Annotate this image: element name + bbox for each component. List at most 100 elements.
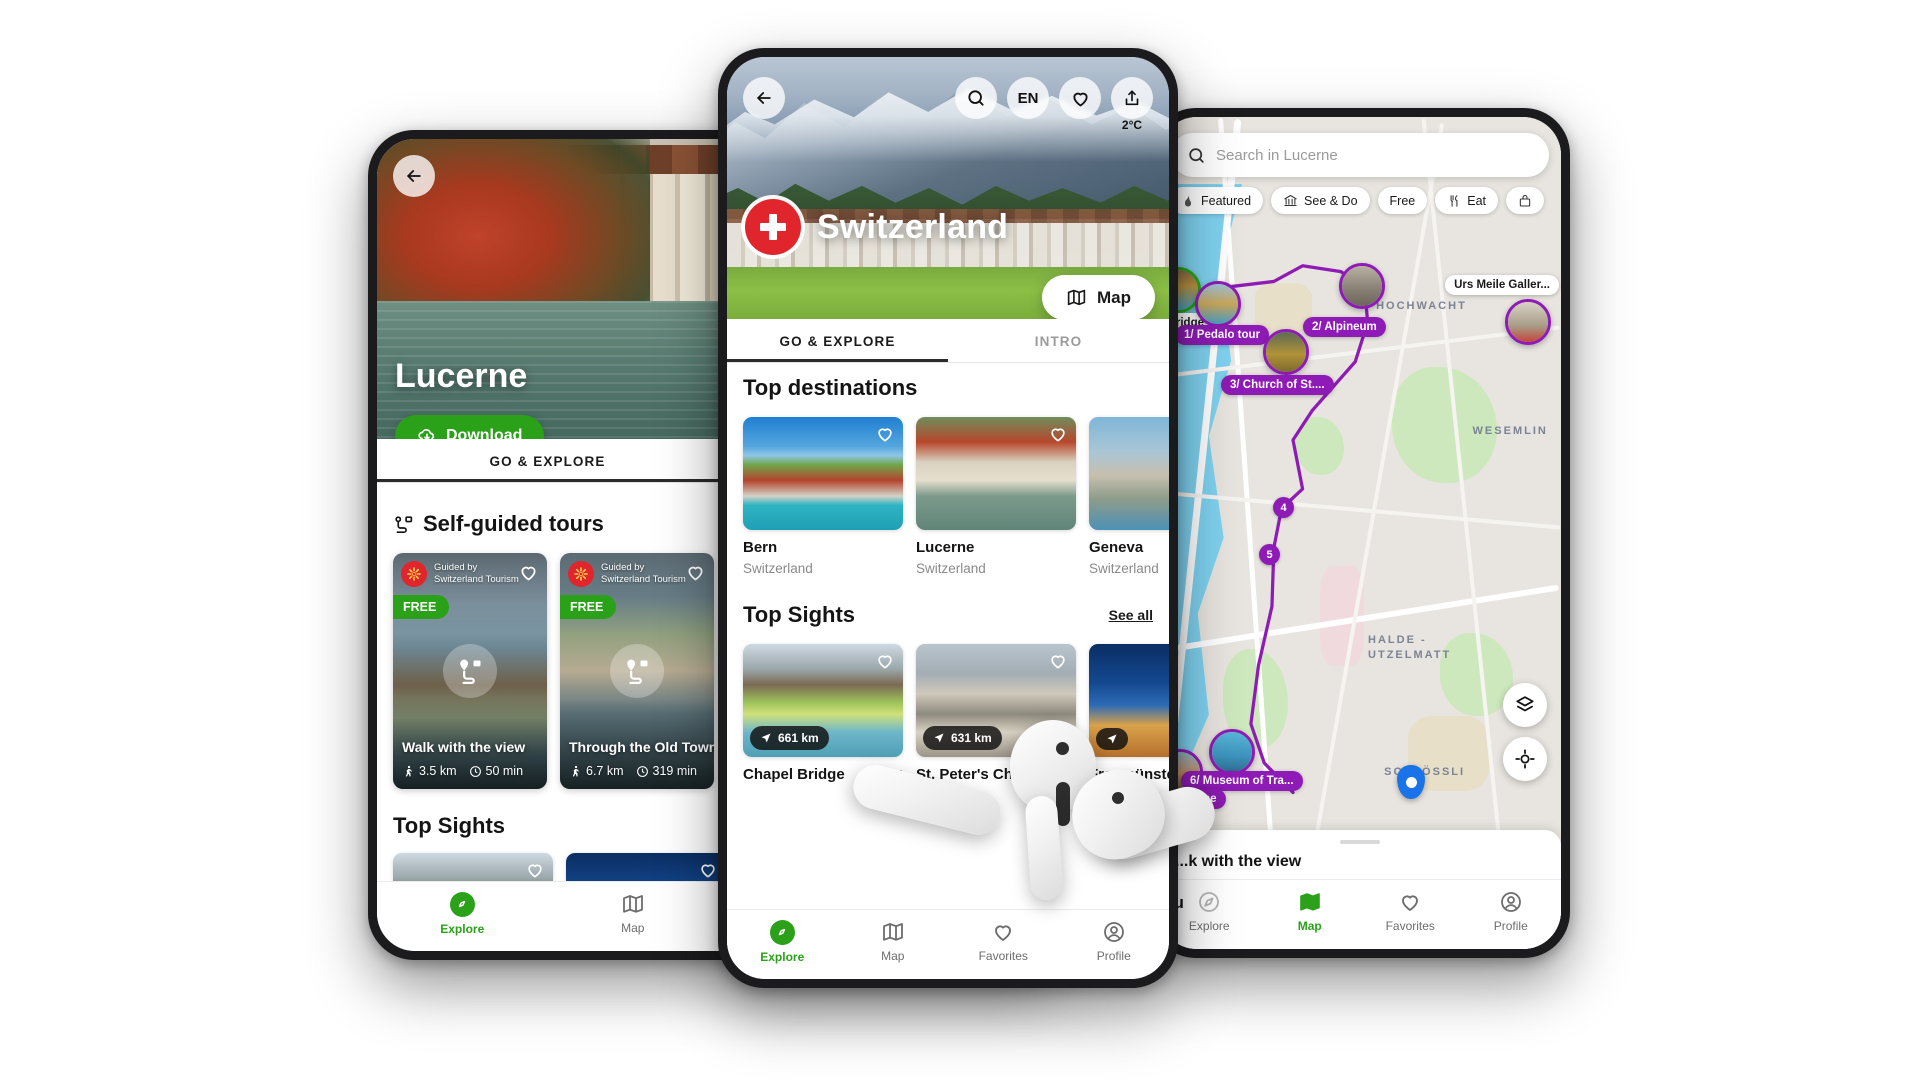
search-placeholder: Search in Lucerne	[1216, 146, 1338, 164]
destination-card[interactable]: Lucerne Switzerland	[916, 417, 1076, 576]
tab-intro[interactable]: INTRO	[948, 319, 1169, 362]
top-destinations-row: Bern Switzerland Lucerne Switzerland Gen…	[727, 417, 1169, 576]
tour-route-icon	[443, 644, 497, 698]
sight-thumbnail: 661 km	[743, 644, 903, 757]
destination-name: Bern	[743, 539, 778, 556]
map-waypoint[interactable]: 4	[1273, 497, 1294, 518]
guided-by-line1: Guided by	[601, 562, 645, 573]
sidebar-item-explore[interactable]: Explore	[377, 891, 548, 936]
heart-icon[interactable]	[875, 651, 895, 676]
museum-icon	[1284, 194, 1297, 207]
chip-featured[interactable]: Featured	[1169, 187, 1264, 214]
chip-eat-label: Eat	[1467, 193, 1487, 208]
destination-thumbnail	[1089, 417, 1169, 530]
airpod-mesh	[1056, 742, 1069, 755]
map-poi-label[interactable]: 3/ Church of St....	[1221, 375, 1334, 395]
map-layers-button[interactable]	[1503, 683, 1547, 727]
sheet-grabber[interactable]	[1340, 840, 1380, 844]
left-top-sights-title: Top Sights	[393, 813, 506, 838]
map-locate-button[interactable]	[1503, 737, 1547, 781]
search-icon	[1189, 147, 1204, 163]
tour-card[interactable]: Guided by Switzerland Tourism FREE Throu…	[560, 553, 714, 789]
chip-shop[interactable]	[1506, 187, 1545, 214]
nav-label-profile: Profile	[1096, 949, 1131, 963]
heart-icon[interactable]	[1048, 651, 1068, 676]
tour-card[interactable]: Guided by Switzerland Tourism FREE Walk …	[393, 553, 547, 789]
nav-label-explore: Explore	[440, 921, 485, 936]
tour-guided-by-text: Guided by Switzerland Tourism	[434, 562, 519, 586]
compass-icon	[769, 919, 795, 945]
back-icon[interactable]	[393, 155, 435, 197]
language-icon[interactable]: EN	[1007, 77, 1049, 119]
sidebar-item-favorites[interactable]: Favorites	[1360, 890, 1461, 933]
switzerland-tourism-logo-icon	[568, 561, 594, 587]
tour-distance: 6.7 km	[586, 764, 624, 778]
walk-icon	[405, 765, 413, 776]
sidebar-item-explore[interactable]: Explore	[727, 919, 838, 964]
chip-see-and-do-label: See & Do	[1304, 193, 1358, 208]
heart-icon[interactable]	[518, 562, 539, 588]
country-title-row: Switzerland	[745, 199, 1008, 255]
heart-icon[interactable]	[1048, 424, 1068, 449]
map-waypoint[interactable]: 5	[1259, 544, 1280, 565]
tour-duration: 50 min	[485, 764, 524, 778]
heart-icon[interactable]	[685, 562, 706, 588]
clock-icon	[636, 765, 648, 777]
self-guided-title-wrap: Self-guided tours	[393, 511, 604, 537]
sidebar-item-map[interactable]: Map	[1260, 890, 1361, 933]
map-poi-marker[interactable]	[1263, 329, 1309, 375]
heart-icon[interactable]	[1059, 77, 1101, 119]
map-icon	[1299, 893, 1320, 911]
page-title: Lucerne	[395, 357, 528, 395]
search-icon[interactable]	[955, 77, 997, 119]
tour-guided-by-text: Guided by Switzerland Tourism	[601, 562, 686, 586]
map-button[interactable]: Map	[1042, 275, 1155, 320]
map-poi-label[interactable]: 1/ Pedalo tour	[1175, 325, 1270, 345]
swiss-flag-icon	[745, 199, 801, 255]
tour-duration: 319 min	[652, 764, 697, 778]
nav-label-explore: Explore	[760, 949, 805, 964]
weather-temperature: 2°C	[1121, 118, 1143, 132]
edelweiss-icon	[407, 567, 421, 581]
map-area-label: HALDE - UTZELMATT	[1368, 633, 1452, 661]
destination-thumbnail	[743, 417, 903, 530]
destination-card[interactable]: Bern Switzerland	[743, 417, 903, 576]
heart-icon	[1402, 895, 1419, 911]
destination-thumbnail	[916, 417, 1076, 530]
guided-by-line2: Switzerland Tourism	[601, 574, 686, 585]
tour-guided-by: Guided by Switzerland Tourism	[568, 561, 686, 587]
sidebar-item-map[interactable]: Map	[548, 892, 719, 935]
back-icon[interactable]	[743, 77, 785, 119]
top-destinations-title: Top destinations	[743, 375, 918, 400]
top-sights-header: Top Sights See all	[727, 602, 1169, 628]
self-guided-title: Self-guided tours	[423, 511, 604, 536]
clock-icon	[469, 765, 481, 777]
tour-distance: 3.5 km	[419, 764, 457, 778]
sight-card[interactable]: 661 km Chapel Bridge 5	[743, 644, 903, 783]
map-poi-marker[interactable]	[1505, 299, 1551, 345]
chip-eat[interactable]: Eat	[1435, 187, 1499, 214]
nav-label-map: Map	[1297, 919, 1322, 933]
nav-label-map: Map	[881, 949, 905, 963]
tour-title: Through the Old Town	[569, 739, 714, 755]
compass-icon	[449, 891, 475, 917]
search-input[interactable]: Search in Lucerne	[1171, 133, 1549, 177]
share-icon[interactable]: 2°C	[1111, 77, 1153, 132]
map-poi-marker[interactable]	[1339, 263, 1385, 309]
sidebar-item-profile[interactable]: Profile	[1461, 890, 1562, 933]
tab-go-and-explore[interactable]: GO & EXPLORE	[727, 319, 948, 362]
top-sights-see-all[interactable]: See all	[1109, 607, 1153, 623]
chip-featured-label: Featured	[1201, 193, 1252, 208]
tab-go-and-explore[interactable]: GO & EXPLORE	[377, 439, 718, 482]
destination-card[interactable]: Geneva Switzerland	[1089, 417, 1169, 576]
map-poi-label[interactable]: 2/ Alpineum	[1303, 317, 1386, 337]
heart-icon[interactable]	[875, 424, 895, 449]
map-pin-route-icon	[460, 659, 481, 685]
map-button-label: Map	[1097, 287, 1131, 307]
chip-see-and-do[interactable]: See & Do	[1271, 187, 1370, 214]
nav-label-profile: Profile	[1493, 919, 1528, 933]
chip-free[interactable]: Free	[1377, 187, 1428, 214]
tour-stats: 3.5 km 50 min	[402, 764, 523, 778]
map-poi-marker[interactable]	[1195, 281, 1241, 327]
map-poi-label[interactable]: Urs Meile Galler...	[1445, 275, 1559, 295]
